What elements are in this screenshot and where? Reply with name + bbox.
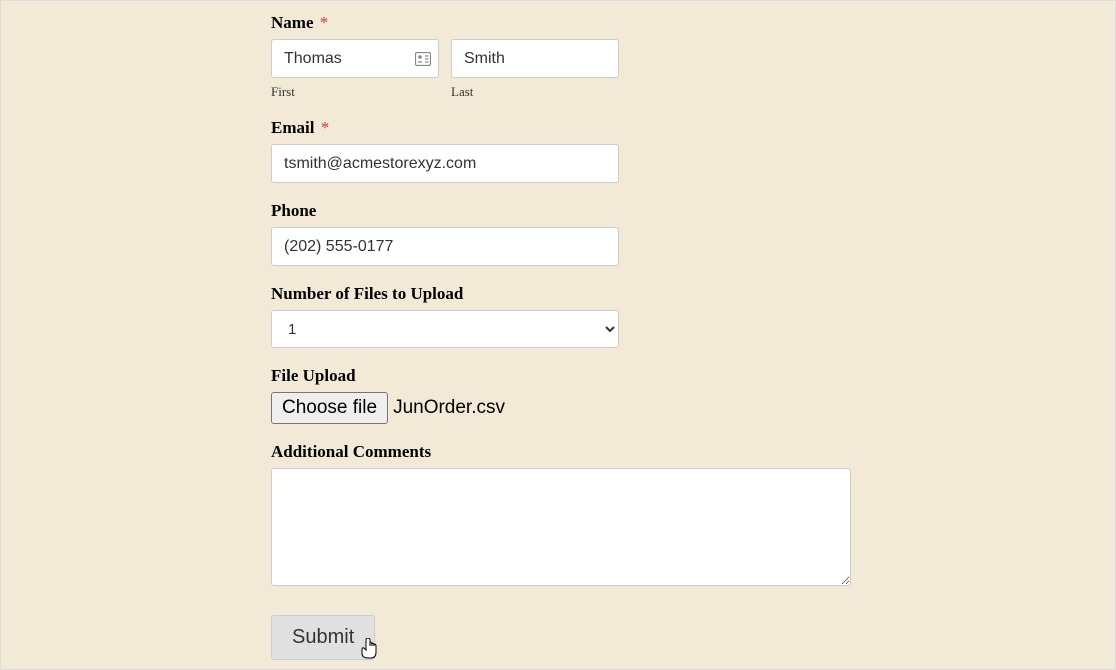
name-label-text: Name — [271, 13, 313, 32]
uploaded-file-name: JunOrder.csv — [393, 397, 505, 419]
first-name-col: First — [271, 39, 439, 100]
email-input[interactable] — [271, 144, 619, 183]
name-row: First Last — [271, 39, 1075, 100]
file-upload-field-group: File Upload Choose file JunOrder.csv — [271, 366, 1075, 424]
last-name-sublabel: Last — [451, 84, 619, 100]
last-name-col: Last — [451, 39, 619, 100]
num-files-select[interactable]: 1 — [271, 310, 619, 348]
comments-textarea[interactable] — [271, 468, 851, 586]
first-name-input[interactable] — [271, 39, 439, 78]
last-name-wrap — [451, 39, 619, 78]
phone-label: Phone — [271, 201, 1075, 221]
email-label: Email * — [271, 118, 1075, 138]
comments-label: Additional Comments — [271, 442, 1075, 462]
num-files-field-group: Number of Files to Upload 1 — [271, 284, 1075, 348]
email-label-text: Email — [271, 118, 314, 137]
form-container: Name * First — [1, 1, 1115, 660]
file-upload-row: Choose file JunOrder.csv — [271, 392, 1075, 424]
first-name-sublabel: First — [271, 84, 439, 100]
last-name-input[interactable] — [451, 39, 619, 78]
file-upload-label: File Upload — [271, 366, 1075, 386]
first-name-wrap — [271, 39, 439, 78]
name-label: Name * — [271, 13, 1075, 33]
name-field-group: Name * First — [271, 13, 1075, 100]
email-field-group: Email * — [271, 118, 1075, 183]
num-files-label: Number of Files to Upload — [271, 284, 1075, 304]
choose-file-button[interactable]: Choose file — [271, 392, 388, 424]
submit-button[interactable]: Submit — [271, 615, 375, 660]
comments-field-group: Additional Comments — [271, 442, 1075, 591]
required-asterisk: * — [320, 13, 329, 32]
required-asterisk: * — [321, 118, 330, 137]
phone-input[interactable] — [271, 227, 619, 266]
phone-field-group: Phone — [271, 201, 1075, 266]
